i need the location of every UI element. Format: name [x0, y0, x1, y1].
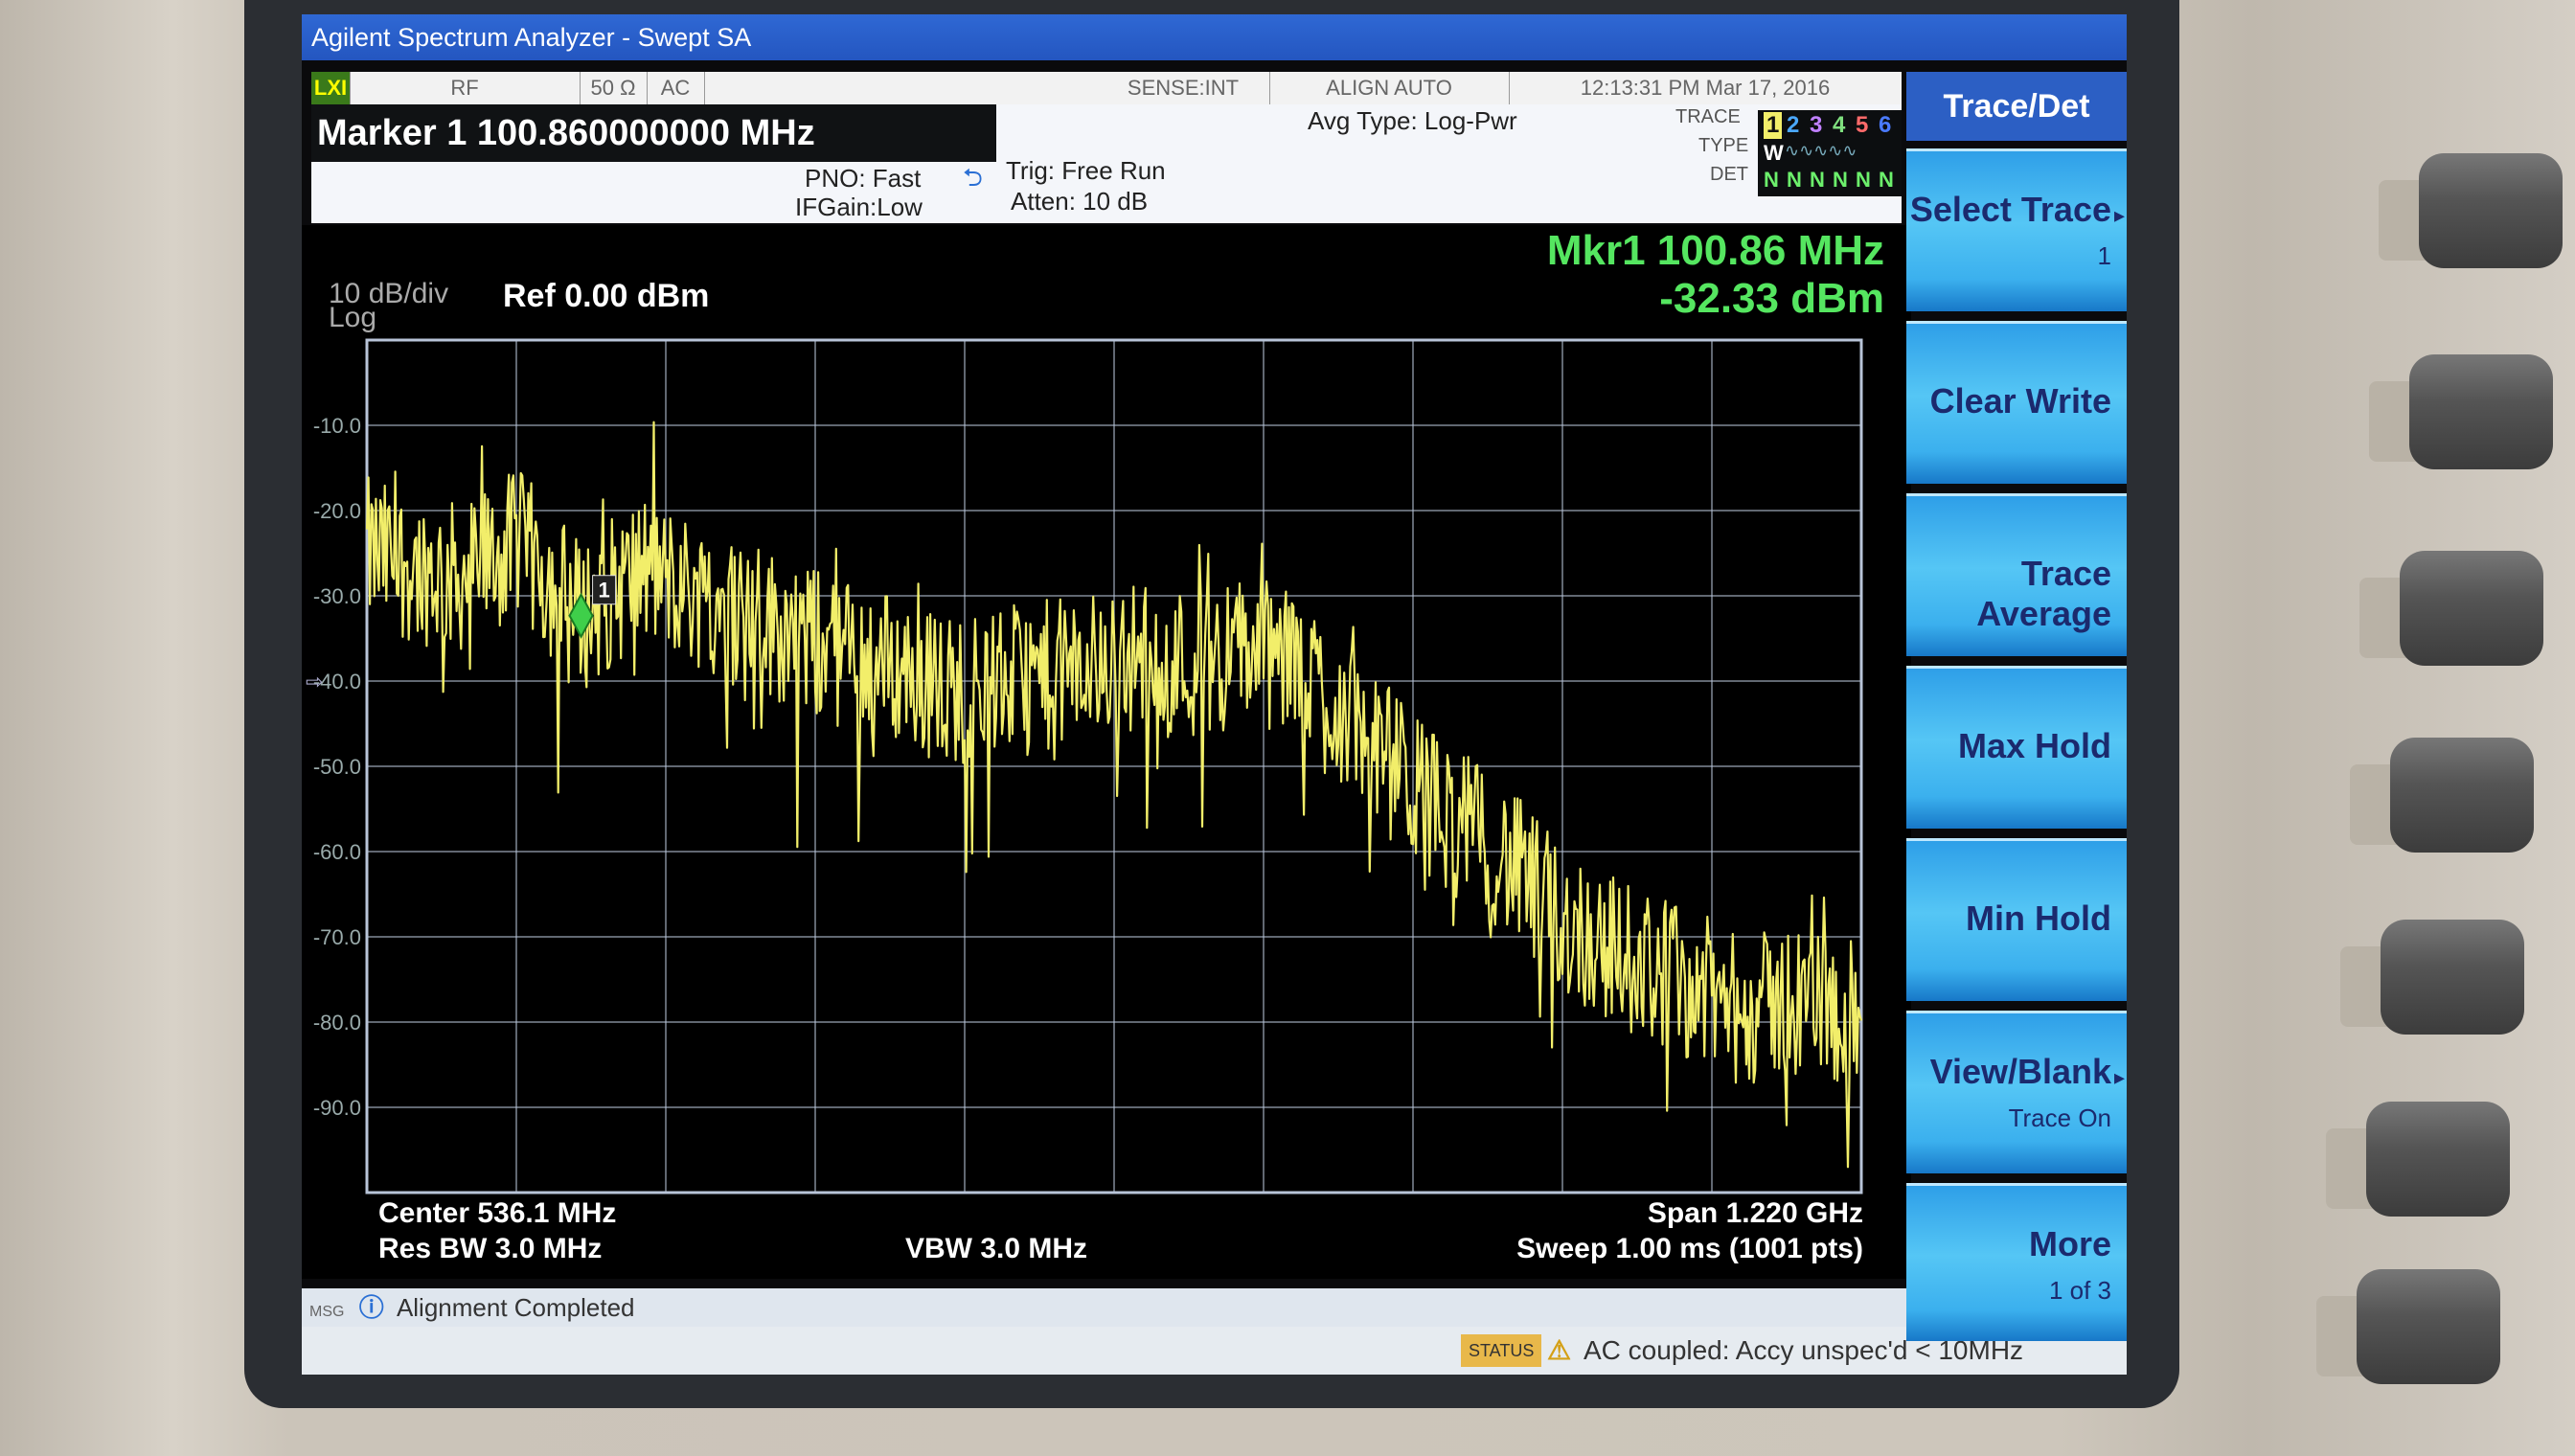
trace-1-indicator: 1: [1764, 112, 1783, 139]
center-frequency[interactable]: Center 536.1 MHz: [378, 1197, 616, 1230]
softkey-label: Max Hold: [1957, 726, 2111, 765]
trace-4-indicator: 4: [1833, 112, 1846, 138]
type-row-label: TYPE: [1698, 135, 1749, 156]
pno-setting: PNO: Fast: [805, 164, 922, 193]
ifgain-setting: IFGain:Low: [795, 193, 923, 221]
menu-title: Trace/Det: [1906, 72, 2127, 141]
detector-values: N N N N N N: [1764, 168, 1895, 192]
settings-panel: Marker 1 100.860000000 MHz PNO: Fast ⮌ I…: [311, 104, 1902, 223]
softkey-clear-write[interactable]: Clear Write: [1906, 321, 2127, 484]
frequency-span[interactable]: Span 1.220 GHz: [1648, 1197, 1863, 1230]
msg-tag: MSG: [309, 1304, 345, 1320]
submenu-arrow-icon: ▸: [2113, 1065, 2125, 1089]
softkey-label: Clear Write: [1929, 381, 2111, 421]
trace-row-label: TRACE: [1675, 106, 1741, 127]
submenu-arrow-icon: ▸: [2113, 203, 2125, 227]
det-row-label: DET: [1710, 164, 1748, 185]
softkey-sublabel: 1: [2097, 241, 2111, 270]
softkey-trace-average[interactable]: Trace Average: [1906, 493, 2127, 656]
top-status-row: LXI RF 50 Ω AC SENSE:INT ALIGN AUTO 12:1…: [311, 72, 1902, 104]
softkey-min-hold[interactable]: Min Hold: [1906, 838, 2127, 1001]
softkey-sublabel: Trace On: [2008, 1103, 2111, 1132]
y-tick-label: -90.0: [313, 1096, 361, 1120]
impedance-label: 50 Ω: [580, 72, 648, 104]
y-tick-label: -10.0: [313, 414, 361, 438]
sense-label: SENSE:INT: [1097, 72, 1270, 104]
active-marker-label[interactable]: Marker 1 100.860000000 MHz: [311, 104, 996, 162]
hardware-softkey-5[interactable]: [2381, 920, 2524, 1035]
hardware-softkey-6[interactable]: [2366, 1102, 2510, 1217]
window-title: Agilent Spectrum Analyzer - Swept SA: [302, 14, 2127, 60]
y-tick-label: -80.0: [313, 1011, 361, 1035]
hardware-softkey-1[interactable]: [2419, 153, 2563, 268]
trigger-setting: Trig: Free Run: [1006, 156, 1166, 185]
rf-input-label: RF: [350, 72, 581, 104]
softkey-more[interactable]: More 1 of 3: [1906, 1183, 2127, 1341]
softkey-label: Select Trace: [1909, 190, 2111, 229]
datetime: 12:13:31 PM Mar 17, 2016: [1580, 76, 1831, 100]
analyzer-screen: Agilent Spectrum Analyzer - Swept SA LXI…: [302, 14, 2127, 1375]
reference-arrow-icon: ⇨: [306, 670, 323, 694]
softkey-view-blank[interactable]: View/Blank Trace On ▸: [1906, 1011, 2127, 1173]
trace-6-indicator: 6: [1879, 112, 1892, 138]
y-tick-label: -70.0: [313, 925, 361, 949]
trace-type-wave-icon: ∿∿∿∿∿: [1785, 141, 1857, 160]
status-tag: STATUS: [1461, 1334, 1542, 1367]
y-tick-label: -30.0: [313, 584, 361, 608]
y-tick-label: -60.0: [313, 840, 361, 864]
softkey-label: View/Blank: [1929, 1052, 2111, 1091]
softkey-select-trace[interactable]: Select Trace 1 ▸: [1906, 148, 2127, 311]
loop-icon: ⮌: [963, 163, 983, 192]
coupling-label: AC: [647, 72, 705, 104]
video-bandwidth[interactable]: VBW 3.0 MHz: [905, 1233, 1087, 1265]
trace-3-indicator: 3: [1810, 112, 1823, 138]
trace-5-indicator: 5: [1856, 112, 1869, 138]
warning-icon: ⚠: [1547, 1335, 1572, 1365]
trace-2-indicator: 2: [1787, 112, 1800, 138]
hardware-softkey-4[interactable]: [2390, 738, 2534, 853]
align-label: ALIGN AUTO: [1269, 72, 1510, 104]
softkey-max-hold[interactable]: Max Hold: [1906, 666, 2127, 829]
resolution-bandwidth[interactable]: Res BW 3.0 MHz: [378, 1233, 602, 1265]
message-text: Alignment Completed: [396, 1293, 635, 1322]
softkey-label: Trace Average: [1976, 554, 2111, 633]
softkey-menu: Trace/Det Select Trace 1 ▸ Clear Write T…: [1906, 72, 2127, 1346]
y-tick-label: -20.0: [313, 499, 361, 523]
y-tick-label: -50.0: [313, 755, 361, 779]
info-icon: ⓘ: [358, 1293, 384, 1322]
softkey-label: Min Hold: [1966, 899, 2111, 938]
message-bar: MSG ⓘ Alignment Completed: [302, 1288, 1911, 1327]
trace-indicator-panel: 1 2 3 4 5 6 W ∿∿∿∿∿ N N N N N N: [1758, 110, 1902, 196]
attenuation-setting: Atten: 10 dB: [1011, 187, 1149, 216]
trace-type-value: W: [1764, 141, 1784, 165]
softkey-sublabel: 1 of 3: [2048, 1276, 2111, 1305]
hardware-softkey-2[interactable]: [2409, 354, 2553, 469]
spectrum-plot: -10.0-20.0-30.0-40.0-50.0-60.0-70.0-80.0…: [306, 338, 1863, 1194]
lxi-icon: LXI: [311, 72, 351, 104]
avg-type-setting: Avg Type: Log-Pwr: [1308, 106, 1517, 135]
hardware-softkey-3[interactable]: [2400, 551, 2543, 666]
sweep-time[interactable]: Sweep 1.00 ms (1001 pts): [1516, 1233, 1863, 1265]
hardware-softkey-7[interactable]: [2357, 1269, 2500, 1384]
status-bar: STATUS ⚠ AC coupled: Accy unspec'd < 10M…: [302, 1327, 2127, 1375]
softkey-label: More: [2028, 1224, 2111, 1263]
marker-number-label: 1: [598, 579, 609, 603]
measurement-display: Mkr1 100.86 MHz -32.33 dBm 10 dB/div Log…: [302, 225, 1911, 1279]
